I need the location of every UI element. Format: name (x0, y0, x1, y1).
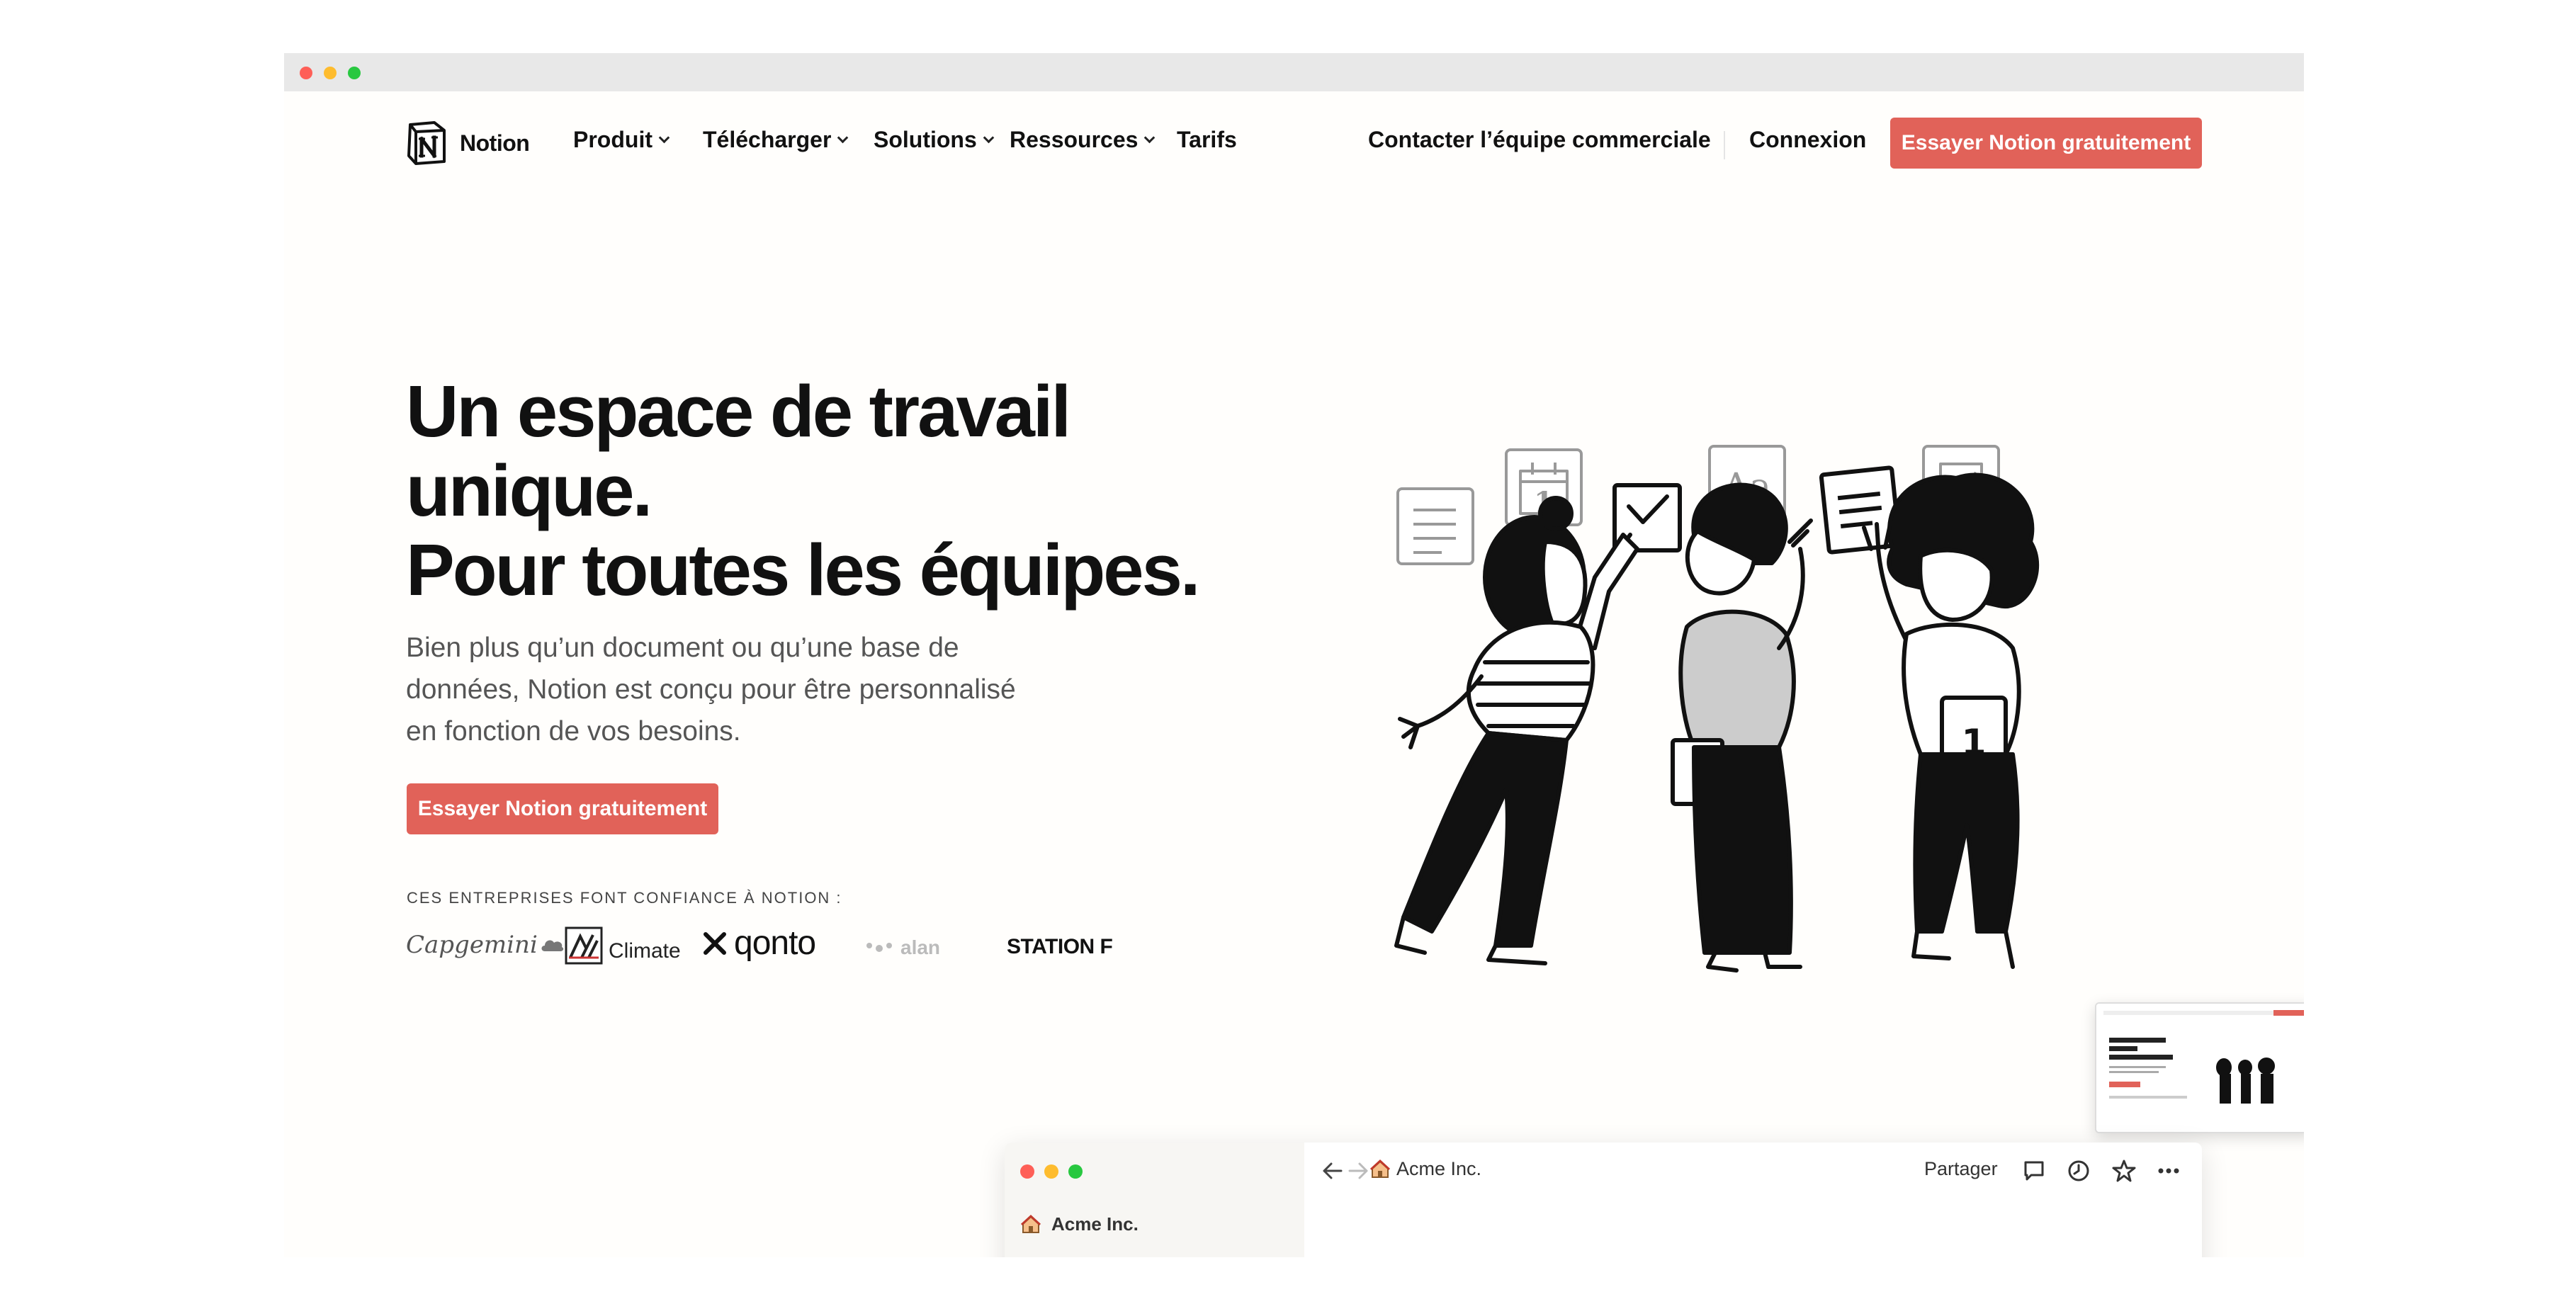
hero-subtitle: Bien plus qu’un document ou qu’une base … (406, 633, 1016, 747)
nav-solutions[interactable]: Solutions (874, 127, 995, 153)
nav-produit[interactable]: Produit (573, 127, 670, 153)
back-arrow-icon[interactable] (1320, 1158, 1345, 1184)
person-right: 1 (1862, 472, 2040, 969)
nav-telecharger[interactable]: Télécharger (703, 127, 849, 153)
chevron-down-icon (658, 132, 670, 144)
axa-logo-icon (565, 926, 603, 965)
nav-tarifs[interactable]: Tarifs (1177, 127, 1237, 153)
cloud-icon (541, 940, 564, 951)
brand-link[interactable]: Notion (406, 120, 530, 166)
notion-logo-icon (407, 121, 446, 165)
browser-window: Notion Produit Télécharger Solutions Res… (284, 53, 2304, 1257)
maximize-window-button[interactable] (1068, 1164, 1083, 1179)
brand-name: Notion (460, 130, 530, 156)
browser-chrome (284, 53, 2304, 91)
chevron-down-icon (983, 132, 995, 144)
minimize-window-button[interactable] (324, 67, 337, 79)
person-middle (1671, 482, 1813, 973)
hero-title: Un espace de travail unique. Pour toutes… (406, 370, 1200, 611)
workspace-switcher[interactable]: Acme Inc. (1020, 1213, 1139, 1235)
star-icon[interactable] (2111, 1158, 2137, 1184)
close-window-button[interactable] (300, 67, 312, 79)
top-nav: Notion Produit Télécharger Solutions Res… (284, 91, 2304, 191)
chevron-down-icon (1144, 132, 1156, 144)
app-sidebar: Acme Inc. (1005, 1143, 1304, 1257)
more-icon[interactable] (2156, 1158, 2181, 1184)
station-f-logo: STATION F (1007, 935, 1113, 958)
house-icon (1020, 1214, 1041, 1233)
minimize-window-button[interactable] (1044, 1164, 1058, 1179)
chevron-down-icon (837, 132, 849, 144)
maximize-window-button[interactable] (348, 67, 361, 79)
qonto-logo: qonto (701, 924, 816, 963)
alan-mark-icon (866, 943, 892, 952)
nav-try-free-button[interactable]: Essayer Notion gratuitement (1890, 118, 2202, 169)
comment-icon[interactable] (2021, 1158, 2047, 1184)
alan-logo: alan (865, 936, 940, 959)
share-button[interactable]: Partager (1924, 1158, 1998, 1180)
house-icon (1369, 1159, 1391, 1178)
clock-icon[interactable] (2066, 1158, 2091, 1184)
page-thumbnail-preview[interactable] (2095, 1002, 2304, 1133)
close-window-button[interactable] (1020, 1164, 1034, 1179)
trust-label: CES ENTREPRISES FONT CONFIANCE À NOTION … (407, 889, 842, 907)
app-topbar: Acme Inc. Partager (1304, 1143, 2202, 1199)
contact-sales-link[interactable]: Contacter l’équipe commerciale (1368, 127, 1711, 153)
app-preview-window: Acme Inc. Acme Inc. Partager (1005, 1143, 2202, 1257)
forward-arrow-icon[interactable] (1345, 1158, 1371, 1184)
breadcrumb[interactable]: Acme Inc. (1369, 1158, 1481, 1180)
nav-divider (1724, 131, 1725, 159)
capgemini-logo: Capgemini (406, 931, 565, 959)
hero-try-free-button[interactable]: Essayer Notion gratuitement (407, 783, 718, 834)
qonto-mark-icon (704, 931, 726, 955)
login-link[interactable]: Connexion (1749, 127, 1866, 153)
axa-climate-logo: Climate (565, 926, 681, 965)
nav-ressources[interactable]: Ressources (1010, 127, 1156, 153)
hero-illustration: 1 Aa (1394, 445, 2040, 973)
thumbnail-graphic (2096, 1004, 2304, 1132)
